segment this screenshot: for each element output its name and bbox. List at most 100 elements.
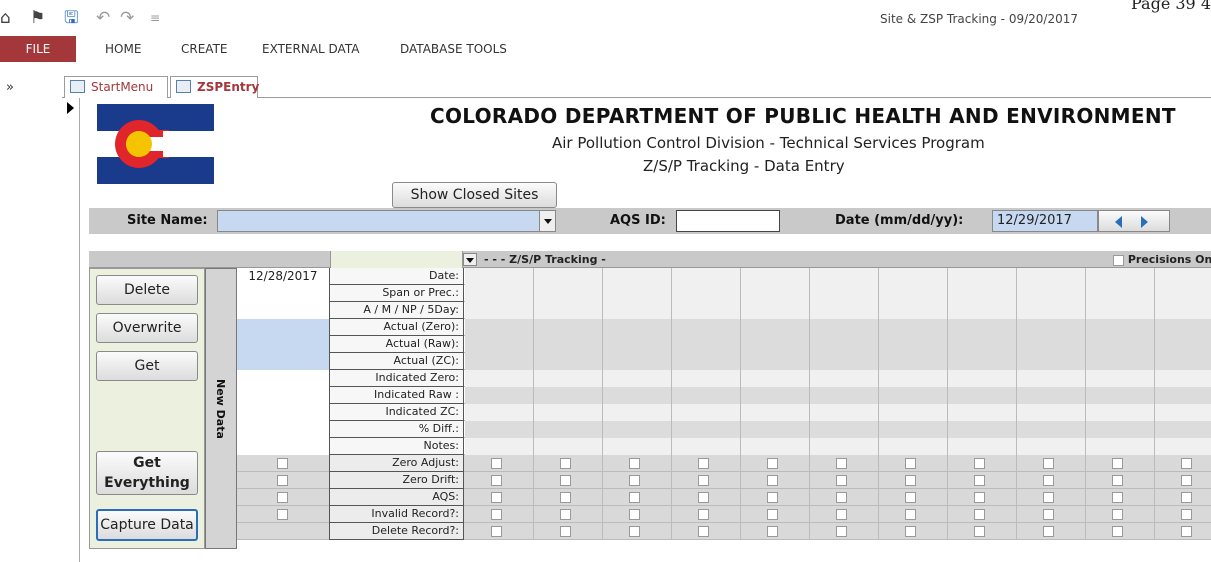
grid-cell[interactable] [1017,319,1086,336]
grid-cell[interactable] [948,319,1017,336]
grid-cell[interactable] [465,353,534,370]
get-button[interactable]: Get [96,351,198,381]
grid-cell[interactable] [603,285,672,302]
grid-cell[interactable] [534,268,603,285]
grid-checkbox[interactable] [836,475,847,486]
grid-cell[interactable] [879,404,948,421]
grid-checkbox[interactable] [1112,475,1123,486]
grid-cell[interactable] [810,336,879,353]
grid-cell[interactable] [810,302,879,319]
grid-cell[interactable] [810,421,879,438]
tab-startmenu[interactable]: StartMenu [64,76,168,98]
grid-checkbox[interactable] [905,475,916,486]
grid-cell[interactable] [1086,285,1155,302]
delete-button[interactable]: Delete [96,275,198,305]
grid-cell[interactable] [879,336,948,353]
grid-checkbox[interactable] [836,509,847,520]
tab-file[interactable]: FILE [0,36,76,62]
grid-checkbox[interactable] [1181,475,1192,486]
grid-cell[interactable] [1155,302,1211,319]
grid-cell[interactable] [534,285,603,302]
get-everything-button[interactable]: Get Everything [96,451,198,495]
grid-checkbox[interactable] [767,475,778,486]
grid-cell[interactable] [672,336,741,353]
record-selector[interactable] [62,98,80,562]
grid-cell[interactable] [810,370,879,387]
grid-cell[interactable] [810,387,879,404]
grid-checkbox[interactable] [905,458,916,469]
grid-cell[interactable] [810,268,879,285]
grid-cell[interactable] [1017,438,1086,455]
grid-cell[interactable] [465,438,534,455]
grid-cell[interactable] [465,387,534,404]
grid-cell[interactable] [1155,370,1211,387]
grid-cell[interactable] [1017,285,1086,302]
grid-cell[interactable] [534,387,603,404]
grid-cell[interactable] [603,353,672,370]
grid-cell[interactable] [1155,404,1211,421]
next-date-icon[interactable] [1141,216,1148,228]
undo-icon[interactable]: ↶ [96,8,110,28]
precisions-only-toggle[interactable]: Precisions Only [1113,252,1211,267]
grid-cell[interactable] [741,370,810,387]
grid-checkbox[interactable] [698,526,709,537]
grid-cell[interactable] [603,268,672,285]
new-data-cell[interactable] [237,285,329,302]
grid-cell[interactable] [1086,353,1155,370]
grid-checkbox[interactable] [767,526,778,537]
show-closed-sites-button[interactable]: Show Closed Sites [392,182,557,208]
tab-home[interactable]: HOME [105,36,141,62]
grid-checkbox[interactable] [698,475,709,486]
grid-cell[interactable] [1155,336,1211,353]
aqs-id-field[interactable] [676,210,780,232]
new-data-cell[interactable] [237,370,329,387]
grid-cell[interactable] [741,438,810,455]
grid-cell[interactable] [534,421,603,438]
grid-cell[interactable] [948,336,1017,353]
grid-cell[interactable] [879,285,948,302]
grid-cell[interactable] [741,387,810,404]
grid-cell[interactable] [603,438,672,455]
grid-cell[interactable] [603,302,672,319]
overwrite-button[interactable]: Overwrite [96,313,198,343]
grid-cell[interactable] [603,336,672,353]
grid-cell[interactable] [879,268,948,285]
grid-checkbox[interactable] [1112,492,1123,503]
grid-checkbox[interactable] [491,509,502,520]
grid-cell[interactable] [879,302,948,319]
redo-icon[interactable]: ↷ [120,8,134,28]
grid-cell[interactable] [672,268,741,285]
new-data-checkbox[interactable] [277,509,288,520]
grid-cell[interactable] [534,438,603,455]
grid-checkbox[interactable] [629,458,640,469]
grid-cell[interactable] [1086,336,1155,353]
grid-checkbox[interactable] [698,492,709,503]
grid-checkbox[interactable] [1181,509,1192,520]
grid-cell[interactable] [534,336,603,353]
grid-checkbox[interactable] [491,526,502,537]
grid-cell[interactable] [1086,268,1155,285]
access-icon[interactable]: ⚑ [30,8,45,28]
grid-cell[interactable] [534,302,603,319]
grid-cell[interactable] [879,438,948,455]
grid-checkbox[interactable] [905,526,916,537]
grid-cell[interactable] [810,353,879,370]
site-name-combo[interactable] [217,210,556,232]
grid-checkbox[interactable] [1181,458,1192,469]
grid-cell[interactable] [741,404,810,421]
grid-cell[interactable] [672,319,741,336]
grid-cell[interactable] [672,421,741,438]
grid-cell[interactable] [1155,285,1211,302]
new-data-checkbox[interactable] [277,475,288,486]
grid-cell[interactable] [741,285,810,302]
grid-checkbox[interactable] [698,458,709,469]
new-data-cell[interactable] [237,319,329,336]
new-data-cell[interactable] [237,336,329,353]
grid-cell[interactable] [672,404,741,421]
grid-cell[interactable] [465,404,534,421]
grid-checkbox[interactable] [836,458,847,469]
grid-cell[interactable] [1086,319,1155,336]
grid-checkbox[interactable] [560,492,571,503]
app-home-icon[interactable]: ⌂ [0,8,11,28]
grid-checkbox[interactable] [629,509,640,520]
